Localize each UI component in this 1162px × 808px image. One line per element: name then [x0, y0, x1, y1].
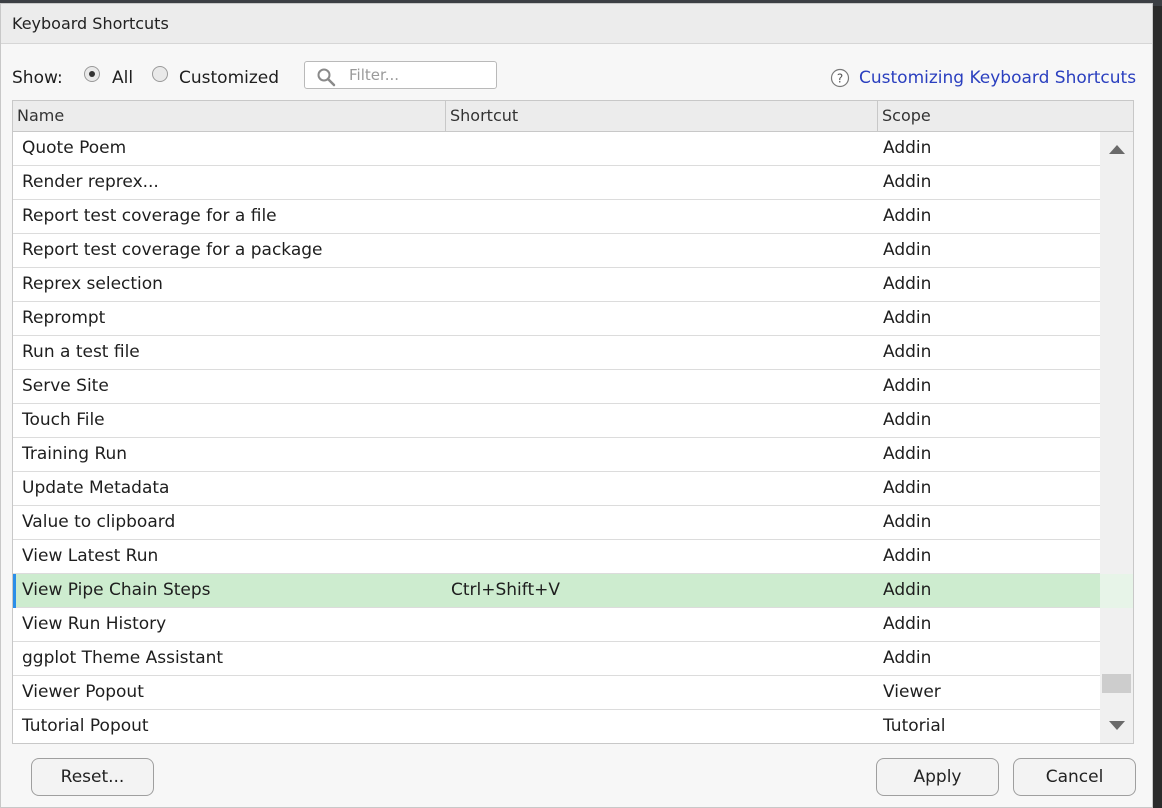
scroll-up-arrow-icon[interactable]: [1109, 145, 1125, 154]
column-header-shortcut[interactable]: Shortcut: [445, 101, 877, 131]
table-row[interactable]: Report test coverage for a file Addin: [13, 200, 1100, 234]
shortcut-name-cell: View Latest Run: [22, 546, 159, 566]
shortcuts-table: Name Shortcut Scope Quote Poem Addin Rende…: [12, 100, 1134, 744]
svg-text:?: ?: [837, 72, 843, 86]
scrollbar-thumb[interactable]: [1102, 674, 1131, 693]
shortcut-scope-cell: Addin: [883, 308, 932, 328]
shortcut-name-cell: Run a test file: [22, 342, 140, 362]
radio-all[interactable]: [84, 66, 100, 82]
table-row[interactable]: Value to clipboard Addin: [13, 506, 1100, 540]
shortcut-scope-cell: Addin: [883, 478, 932, 498]
radio-all-label[interactable]: All: [112, 68, 133, 88]
table-row[interactable]: Run a test file Addin: [13, 336, 1100, 370]
filter-input[interactable]: [349, 65, 489, 85]
dialog-title: Keyboard Shortcuts: [12, 14, 169, 33]
table-row[interactable]: Tutorial Popout Tutorial: [13, 710, 1100, 743]
shortcut-name-cell: Report test coverage for a file: [22, 206, 277, 226]
shortcut-scope-cell: Addin: [883, 512, 932, 532]
shortcut-name-cell: Quote Poem: [22, 138, 127, 158]
filter-box[interactable]: [304, 61, 497, 89]
shortcut-name-cell: Reprex selection: [22, 274, 163, 294]
shortcut-scope-cell: Addin: [883, 614, 932, 634]
shortcut-name-cell: Value to clipboard: [22, 512, 176, 532]
shortcut-key-cell[interactable]: Ctrl+Shift+V: [451, 574, 560, 607]
shortcut-scope-cell: Addin: [883, 376, 932, 396]
table-row[interactable]: View Run History Addin: [13, 608, 1100, 642]
filter-toolbar: Show: All Customized ? Customizing Keybo…: [1, 44, 1152, 96]
help-circle-icon[interactable]: ?: [830, 68, 850, 88]
shortcut-name-cell: View Pipe Chain Steps: [22, 580, 211, 600]
table-row[interactable]: Reprex selection Addin: [13, 268, 1100, 302]
shortcut-scope-cell: Addin: [883, 274, 932, 294]
table-row[interactable]: Viewer Popout Viewer: [13, 676, 1100, 710]
shortcut-scope-cell: Addin: [883, 444, 932, 464]
column-header-name[interactable]: Name: [13, 101, 445, 131]
table-header: Name Shortcut Scope: [13, 101, 1133, 132]
shortcut-name-cell: Viewer Popout: [22, 682, 144, 702]
shortcut-scope-cell: Addin: [883, 648, 932, 668]
shortcut-name-cell: Touch File: [22, 410, 105, 430]
help-link[interactable]: Customizing Keyboard Shortcuts: [859, 68, 1136, 88]
shortcut-scope-cell: Addin: [883, 240, 932, 260]
table-row[interactable]: View Latest Run Addin: [13, 540, 1100, 574]
dialog-titlebar: Keyboard Shortcuts: [1, 4, 1152, 44]
shortcut-name-cell: Tutorial Popout: [22, 716, 149, 736]
table-row[interactable]: Reprompt Addin: [13, 302, 1100, 336]
shortcut-name-cell: Training Run: [22, 444, 128, 464]
shortcut-name-cell: Reprompt: [22, 308, 106, 328]
vertical-scrollbar[interactable]: [1100, 132, 1133, 743]
table-row[interactable]: Serve Site Addin: [13, 370, 1100, 404]
table-row[interactable]: Render reprex... Addin: [13, 166, 1100, 200]
table-row[interactable]: Report test coverage for a package Addin: [13, 234, 1100, 268]
shortcut-name-cell: Serve Site: [22, 376, 109, 396]
shortcut-name-cell: ggplot Theme Assistant: [22, 648, 224, 668]
shortcut-scope-cell: Addin: [883, 410, 932, 430]
keyboard-shortcuts-dialog: Keyboard Shortcuts Show: All Customized …: [0, 3, 1153, 808]
table-row[interactable]: Quote Poem Addin: [13, 132, 1100, 166]
table-row[interactable]: View Pipe Chain Steps Ctrl+Shift+V Addin: [13, 574, 1100, 608]
shortcut-name-cell: Report test coverage for a package: [22, 240, 323, 260]
shortcut-scope-cell: Addin: [883, 580, 932, 600]
radio-customized-label[interactable]: Customized: [179, 68, 279, 88]
column-header-scope[interactable]: Scope: [877, 101, 1133, 131]
table-body: Quote Poem Addin Render reprex... Addin Repo…: [13, 132, 1100, 743]
shortcut-scope-cell: Addin: [883, 138, 932, 158]
shortcut-scope-cell: Tutorial: [883, 716, 946, 736]
cancel-button[interactable]: Cancel: [1013, 758, 1136, 796]
shortcut-name-cell: Update Metadata: [22, 478, 170, 498]
shortcut-scope-cell: Addin: [883, 342, 932, 362]
scrollbar-selected-row-strip: [1100, 574, 1133, 608]
shortcut-name-cell: View Run History: [22, 614, 167, 634]
table-row[interactable]: ggplot Theme Assistant Addin: [13, 642, 1100, 676]
shortcut-name-cell: Render reprex...: [22, 172, 159, 192]
shortcut-scope-cell: Addin: [883, 172, 932, 192]
shortcut-scope-cell: Addin: [883, 546, 932, 566]
table-row[interactable]: Training Run Addin: [13, 438, 1100, 472]
search-icon: [317, 68, 336, 87]
apply-button[interactable]: Apply: [876, 758, 999, 796]
scroll-down-arrow-icon[interactable]: [1109, 721, 1125, 730]
radio-customized[interactable]: [152, 66, 168, 82]
show-label: Show:: [12, 68, 63, 88]
shortcut-scope-cell: Viewer: [883, 682, 941, 702]
table-row[interactable]: Update Metadata Addin: [13, 472, 1100, 506]
reset-button[interactable]: Reset...: [31, 758, 154, 796]
shortcut-scope-cell: Addin: [883, 206, 932, 226]
table-row[interactable]: Touch File Addin: [13, 404, 1100, 438]
